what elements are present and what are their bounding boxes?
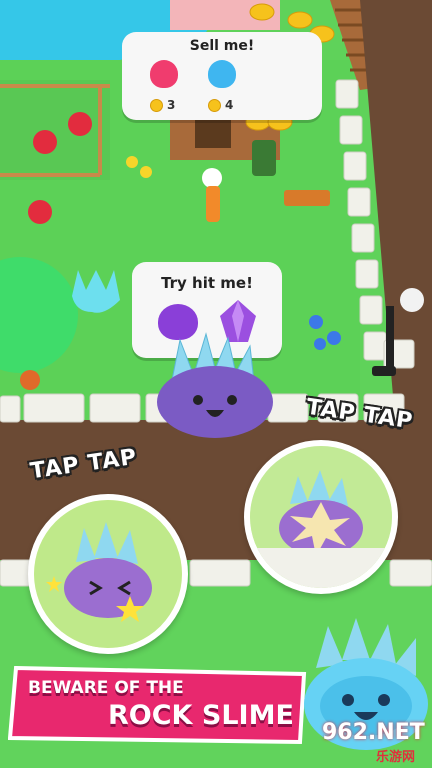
sell-bubble-title: Sell me! [189,38,255,54]
blue-slime-price: 4 [208,98,233,112]
hit-bubble-title: Try hit me! [161,274,253,292]
watermark-sub: 乐游网 [376,750,416,765]
blue-slime-icon [208,60,236,88]
tap-demo-circle-left [28,494,188,654]
tap-demo-circle-right [244,440,398,594]
coin-icon [208,98,221,112]
banner-line-2: ROCK SLIME [108,700,294,731]
red-slime-icon [150,60,178,88]
watermark-brand: 962.NET [322,720,425,745]
red-slime-price: 3 [150,98,175,112]
banner-line-1: BEWARE OF THE [28,678,184,698]
hit-effect [250,446,392,588]
coin-icon [150,98,163,112]
rock-slime[interactable] [150,330,280,440]
hurt-slime [34,500,182,648]
game-scene[interactable]: Sell me! 3 4 Try hit me! TAP TAP TAP TAP [0,0,432,768]
sell-bubble[interactable]: Sell me! 3 4 [122,32,322,120]
